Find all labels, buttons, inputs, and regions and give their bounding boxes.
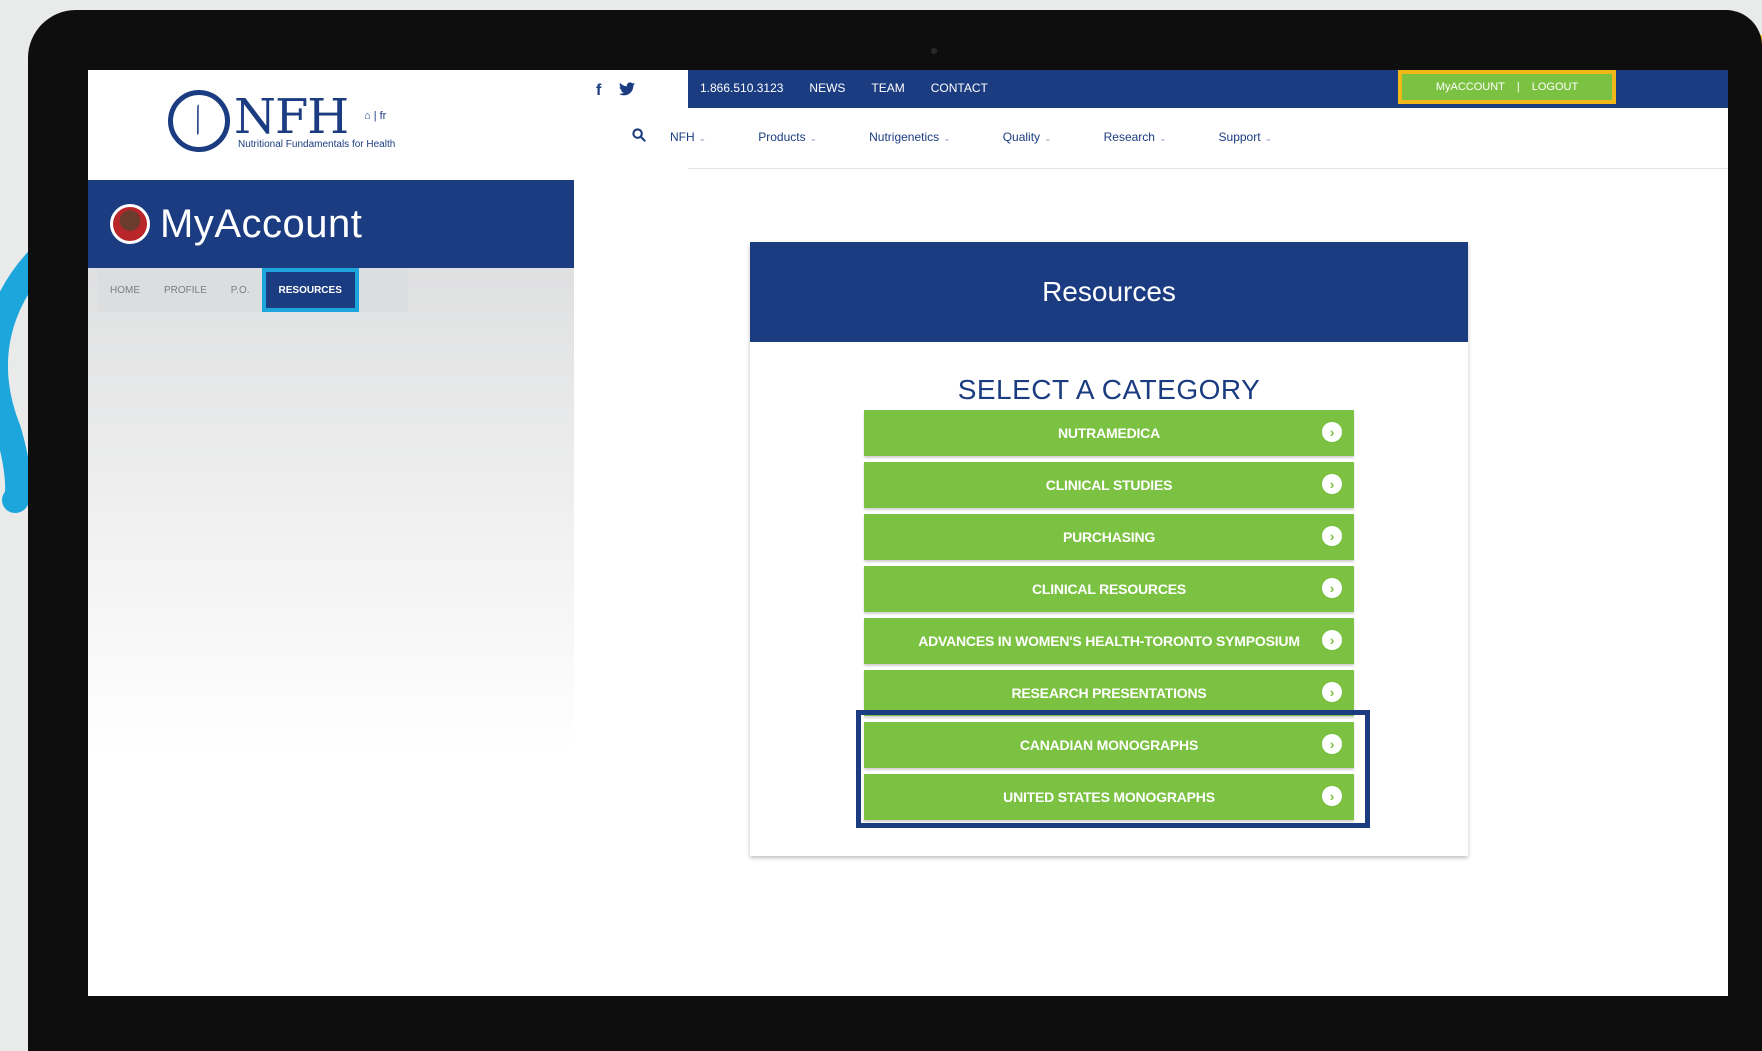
social-links: f — [596, 82, 636, 101]
nav-item-nutrigenetics[interactable]: Nutrigenetics ⌄ — [869, 130, 951, 144]
nav-item-nfh[interactable]: NFH ⌄ — [670, 130, 706, 144]
category-label: CANADIAN MONOGRAPHS — [1019, 737, 1199, 753]
panel-title: Resources — [750, 242, 1468, 342]
search-icon[interactable] — [632, 128, 646, 146]
category-button-nutramedica[interactable]: NUTRAMEDICA › — [864, 410, 1354, 456]
avatar — [110, 204, 150, 244]
category-list: NUTRAMEDICA › CLINICAL STUDIES › PURCHAS… — [864, 410, 1354, 826]
chevron-down-icon: ⌄ — [1044, 133, 1052, 143]
facebook-icon[interactable]: f — [596, 82, 601, 101]
sidebar-title: MyAccount — [160, 201, 363, 246]
nav-item-quality[interactable]: Quality ⌄ — [1003, 130, 1052, 144]
nfh-logo[interactable]: ⟋ NFH Nutritional Fundamentals for Healt… — [155, 77, 396, 165]
tab-home[interactable]: HOME — [98, 285, 152, 296]
category-button-womens-health-symposium[interactable]: ADVANCES IN WOMEN'S HEALTH-TORONTO SYMPO… — [864, 618, 1354, 664]
category-button-clinical-resources[interactable]: CLINICAL RESOURCES › — [864, 566, 1354, 612]
news-link[interactable]: NEWS — [809, 81, 845, 95]
team-link[interactable]: TEAM — [871, 81, 904, 95]
tab-resources[interactable]: RESOURCES — [261, 268, 359, 312]
account-logout-box: MyACCOUNT | LOGOUT — [1398, 70, 1616, 104]
arrow-right-circle-icon: › — [1322, 422, 1342, 442]
header-divider — [688, 168, 1728, 169]
tab-po[interactable]: P.O. — [219, 285, 262, 296]
language-switch[interactable]: ⌂ | fr — [364, 110, 386, 122]
utility-bar: 1.866.510.3123 NEWS TEAM CONTACT MyACCOU… — [688, 70, 1728, 108]
category-label: NUTRAMEDICA — [1057, 425, 1160, 441]
account-sidebar: MyAccount HOME PROFILE P.O. RESOURCES — [88, 180, 574, 996]
category-button-research-presentations[interactable]: RESEARCH PRESENTATIONS › — [864, 670, 1354, 716]
account-tabs: HOME PROFILE P.O. RESOURCES — [98, 268, 408, 312]
chevron-down-icon: ⌄ — [809, 133, 818, 143]
arrow-right-circle-icon: › — [1322, 630, 1342, 650]
utility-links: 1.866.510.3123 NEWS TEAM CONTACT — [700, 81, 988, 95]
category-label: CLINICAL RESOURCES — [1031, 581, 1187, 597]
arrow-right-circle-icon: › — [1322, 474, 1342, 494]
nav-item-research[interactable]: Research ⌄ — [1104, 130, 1167, 144]
category-label: UNITED STATES MONOGRAPHS — [1003, 789, 1215, 805]
category-label: ADVANCES IN WOMEN'S HEALTH-TORONTO SYMPO… — [918, 633, 1300, 649]
arrow-right-circle-icon: › — [1322, 526, 1342, 546]
category-button-purchasing[interactable]: PURCHASING › — [864, 514, 1354, 560]
chevron-down-icon: ⌄ — [943, 133, 951, 143]
category-button-clinical-studies[interactable]: CLINICAL STUDIES › — [864, 462, 1354, 508]
nav-item-products[interactable]: Products ⌄ — [758, 130, 817, 144]
category-label: PURCHASING — [1062, 529, 1156, 545]
tab-profile[interactable]: PROFILE — [152, 285, 219, 296]
chevron-down-icon: ⌄ — [1158, 133, 1167, 143]
leaf-logo-icon: ⟋ — [155, 77, 243, 165]
myaccount-link[interactable]: MyACCOUNT — [1436, 81, 1505, 93]
arrow-right-circle-icon: › — [1322, 578, 1342, 598]
category-label: CLINICAL STUDIES — [1045, 477, 1173, 493]
category-button-us-monographs[interactable]: UNITED STATES MONOGRAPHS › — [864, 774, 1354, 820]
arrow-right-circle-icon: › — [1322, 786, 1342, 806]
contact-link[interactable]: CONTACT — [931, 81, 988, 95]
arrow-right-circle-icon: › — [1322, 682, 1342, 702]
arrow-right-circle-icon: › — [1322, 734, 1342, 754]
webcam — [931, 48, 937, 54]
logout-link[interactable]: LOGOUT — [1532, 81, 1578, 93]
separator: | — [1516, 81, 1520, 93]
logo-tagline: Nutritional Fundamentals for Health — [238, 138, 396, 150]
category-label: RESEARCH PRESENTATIONS — [1011, 685, 1207, 701]
main-navigation: NFH ⌄ Products ⌄ Nutrigenetics ⌄ Quality ⌄ R… — [632, 128, 1324, 146]
nav-item-support[interactable]: Support ⌄ — [1219, 130, 1273, 144]
select-category-heading: SELECT A CATEGORY — [957, 374, 1261, 405]
twitter-icon[interactable] — [619, 82, 636, 101]
sidebar-header: MyAccount — [88, 180, 574, 268]
phone-number[interactable]: 1.866.510.3123 — [700, 81, 783, 95]
resources-panel: Resources SELECT A CATEGORY NUTRAMEDICA … — [750, 242, 1468, 856]
category-button-canadian-monographs[interactable]: CANADIAN MONOGRAPHS › — [864, 722, 1354, 768]
browser-screen: ⟋ NFH Nutritional Fundamentals for Healt… — [88, 70, 1728, 996]
chevron-down-icon: ⌄ — [1264, 133, 1273, 143]
chevron-down-icon: ⌄ — [698, 133, 707, 143]
